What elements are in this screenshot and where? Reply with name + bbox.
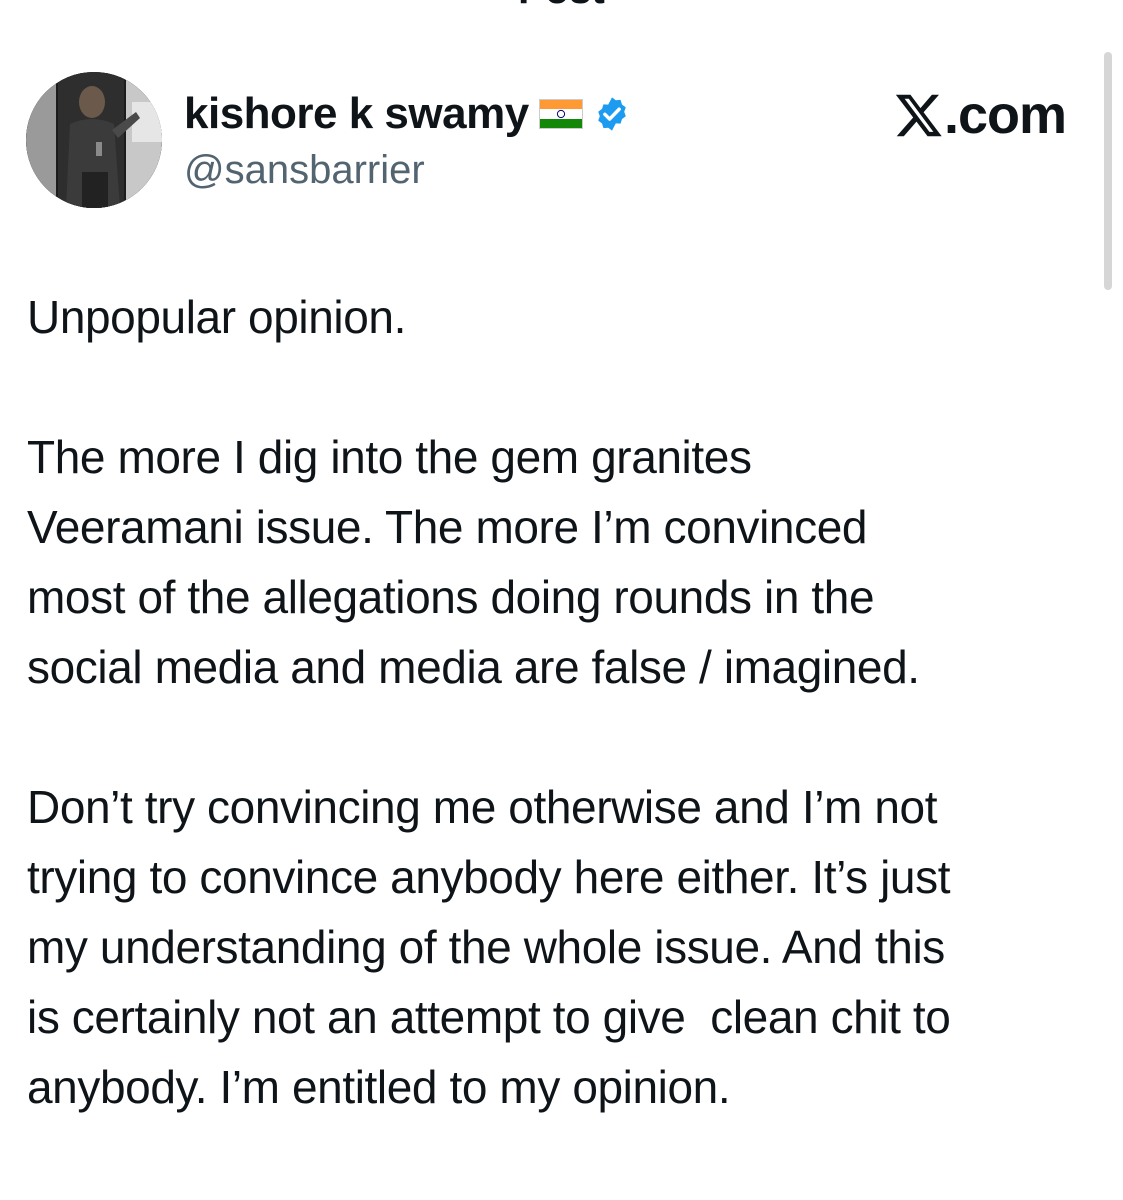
author-handle[interactable]: @sansbarrier — [184, 148, 425, 193]
top-bar: Post — [0, 0, 1123, 20]
display-name[interactable]: kishore k swamy — [184, 89, 529, 139]
post-paragraph: The more I dig into the gem granites Vee… — [27, 431, 920, 693]
post-header: kishore k swamy @sansbarrier .com — [26, 72, 1086, 212]
scrollbar[interactable] — [1104, 52, 1112, 290]
india-flag-icon — [538, 99, 583, 129]
site-label-suffix: com — [957, 85, 1067, 145]
post-paragraph: Don’t try convincing me otherwise and I’… — [27, 781, 951, 1113]
site-label-text: .com — [943, 85, 1067, 145]
site-watermark: .com — [894, 84, 1067, 146]
display-name-row: kishore k swamy — [184, 86, 631, 142]
x-logo-icon — [895, 94, 942, 137]
avatar[interactable] — [26, 72, 162, 208]
avatar-photo — [26, 72, 162, 208]
post-text: Unpopular opinion. The more I dig into t… — [27, 282, 1107, 1122]
post-paragraph: Unpopular opinion. — [27, 291, 406, 343]
page-title: Post — [0, 0, 1123, 10]
verified-badge-icon[interactable] — [593, 95, 631, 133]
